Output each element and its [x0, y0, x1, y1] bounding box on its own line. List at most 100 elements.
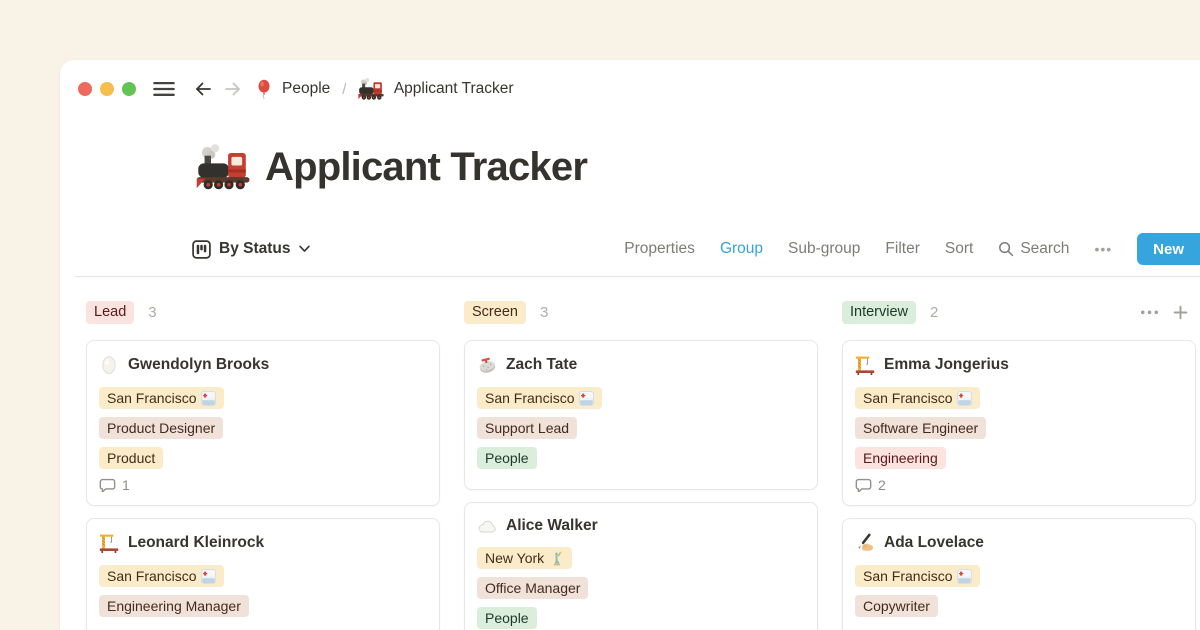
traffic-light-maximize[interactable]: [122, 82, 136, 96]
toolbar-item-properties[interactable]: Properties: [624, 240, 695, 258]
page-title: Applicant Tracker: [265, 145, 587, 190]
tag: San Francisco: [99, 565, 224, 587]
foggy-city-icon: [957, 569, 972, 584]
tag-row: People: [477, 447, 805, 469]
card-title-row: Gwendolyn Brooks: [99, 355, 427, 375]
tag-row: Engineering: [855, 447, 1183, 469]
card-title-row: Leonard Kleinrock: [99, 533, 427, 553]
tag-row: San Francisco: [855, 387, 1183, 409]
chevron-down-icon: [299, 245, 310, 253]
column-actions: [1140, 305, 1188, 320]
kanban-card[interactable]: Zach Tate San Francisco Support Lead People: [464, 340, 818, 490]
search-label: Search: [1020, 240, 1069, 258]
traffic-light-close[interactable]: [78, 82, 92, 96]
tag-row: People: [477, 607, 805, 629]
new-button[interactable]: New: [1137, 233, 1200, 265]
column-count: 3: [540, 304, 548, 321]
toolbar-item-filter[interactable]: Filter: [885, 240, 919, 258]
status-badge[interactable]: Interview: [842, 301, 916, 324]
column-count: 3: [148, 304, 156, 321]
topbar: People / Applicant Tracker: [78, 76, 514, 102]
card-name: Zach Tate: [506, 356, 577, 374]
card-list: Emma Jongerius San Francisco Software Engi…: [842, 340, 1196, 630]
forward-button[interactable]: [223, 79, 243, 99]
tag: Copywriter: [855, 595, 938, 617]
cloud-icon: [477, 518, 497, 534]
writing-hand-icon: [855, 533, 875, 553]
card-title-row: Zach Tate: [477, 355, 805, 375]
toolbar-actions: Properties Group Sub-group Filter Sort S…: [624, 233, 1200, 265]
card-name: Ada Lovelace: [884, 534, 984, 552]
tag-row: San Francisco: [855, 565, 1183, 587]
kanban-card[interactable]: Ada Lovelace San Francisco Copywriter: [842, 518, 1196, 630]
card-name: Gwendolyn Brooks: [128, 356, 269, 374]
status-badge[interactable]: Screen: [464, 301, 526, 324]
tag: Product Designer: [99, 417, 223, 439]
card-title-row: Emma Jongerius: [855, 355, 1183, 375]
column-header: Lead 3: [86, 300, 440, 324]
foggy-city-icon: [201, 391, 216, 406]
board-view-icon: [192, 240, 211, 259]
page-title-row: Applicant Tracker: [196, 142, 587, 192]
tag: Office Manager: [477, 577, 588, 599]
toolbar-item-subgroup[interactable]: Sub-group: [788, 240, 860, 258]
card-list: Gwendolyn Brooks San Francisco Product Des…: [86, 340, 440, 630]
column-more-button[interactable]: [1140, 309, 1159, 316]
breadcrumb-item-applicant-tracker[interactable]: Applicant Tracker: [394, 80, 514, 98]
tag: People: [477, 447, 537, 469]
view-select-label: By Status: [219, 240, 291, 258]
curling-stone-icon: [477, 355, 497, 375]
locomotive-icon: [358, 77, 384, 101]
tag: San Francisco: [855, 565, 980, 587]
tag-row: San Francisco: [477, 387, 805, 409]
toolbar-divider: [75, 276, 1200, 277]
tag: Engineering: [855, 447, 946, 469]
statue-of-liberty-icon: [549, 551, 564, 566]
board-column-screen: Screen 3 Zach Tate San Francisco Support Lea…: [464, 300, 818, 630]
tag-row: San Francisco: [99, 565, 427, 587]
tag-row: Engineering Manager: [99, 595, 427, 617]
kanban-board: Lead 3 Gwendolyn Brooks San Francisco Produc…: [86, 300, 1200, 630]
tag-row: New York: [477, 547, 805, 569]
tag: Support Lead: [477, 417, 577, 439]
search-button[interactable]: Search: [998, 240, 1069, 258]
kanban-card[interactable]: Alice Walker New York Office Manager People: [464, 502, 818, 630]
column-add-button[interactable]: [1173, 305, 1188, 320]
toolbar-item-sort[interactable]: Sort: [945, 240, 973, 258]
tag: San Francisco: [477, 387, 602, 409]
locomotive-icon: [196, 142, 251, 192]
tag: Product: [99, 447, 163, 469]
foggy-city-icon: [579, 391, 594, 406]
breadcrumb-item-people[interactable]: People: [282, 80, 330, 98]
kanban-card[interactable]: Gwendolyn Brooks San Francisco Product Des…: [86, 340, 440, 506]
construction-crane-icon: [99, 533, 119, 553]
kanban-card[interactable]: Emma Jongerius San Francisco Software Engi…: [842, 340, 1196, 506]
more-options-button[interactable]: •••: [1094, 241, 1112, 257]
column-header: Screen 3: [464, 300, 818, 324]
tag: People: [477, 607, 537, 629]
tag-row: Software Engineer: [855, 417, 1183, 439]
status-badge[interactable]: Lead: [86, 301, 134, 324]
menu-icon[interactable]: [153, 80, 175, 98]
comment-indicator: 2: [855, 477, 1183, 493]
balloon-icon: [255, 79, 273, 100]
tag: San Francisco: [99, 387, 224, 409]
tag: Software Engineer: [855, 417, 986, 439]
tag-row: Product Designer: [99, 417, 427, 439]
back-button[interactable]: [193, 79, 213, 99]
card-title-row: Alice Walker: [477, 517, 805, 535]
kanban-card[interactable]: Leonard Kleinrock San Francisco Engineerin…: [86, 518, 440, 630]
view-select[interactable]: By Status: [192, 240, 310, 259]
comment-count: 1: [122, 477, 130, 493]
view-toolbar: By Status Properties Group Sub-group Fil…: [192, 232, 1200, 266]
toolbar-item-group[interactable]: Group: [720, 240, 763, 258]
comment-indicator: 1: [99, 477, 427, 493]
traffic-light-minimize[interactable]: [100, 82, 114, 96]
board-column-interview: Interview2Emma JongeriusSan FranciscoSof…: [842, 300, 1196, 630]
comment-count: 2: [878, 477, 886, 493]
tag-row: Office Manager: [477, 577, 805, 599]
egg-icon: [99, 355, 119, 375]
tag-row: Copywriter: [855, 595, 1183, 617]
column-header: Interview2: [842, 300, 1196, 324]
card-name: Emma Jongerius: [884, 356, 1009, 374]
